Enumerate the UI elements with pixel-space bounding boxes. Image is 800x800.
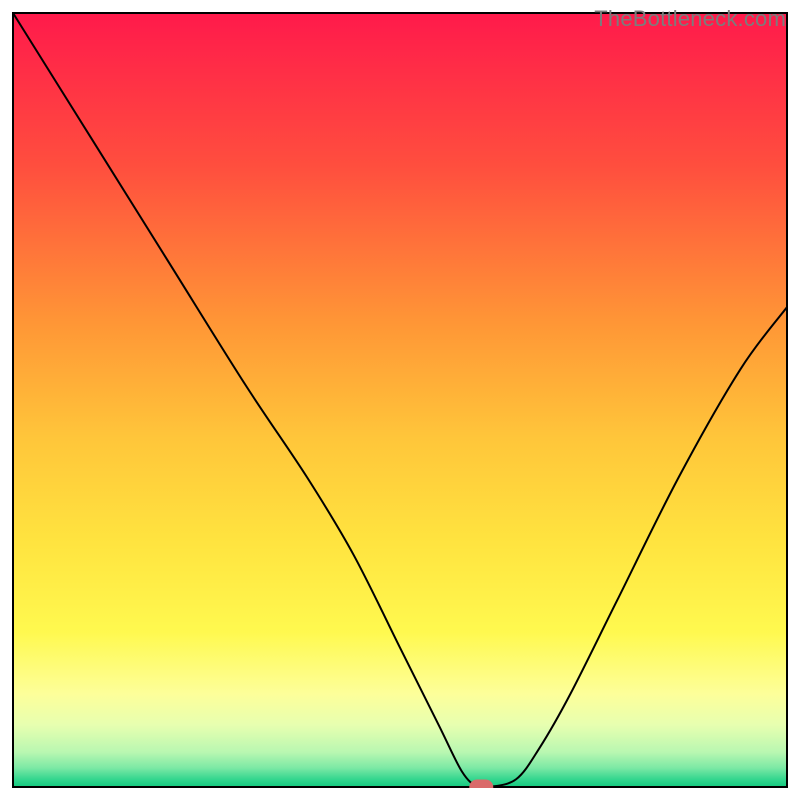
chart-root: TheBottleneck.com bbox=[0, 0, 800, 800]
chart-background bbox=[13, 13, 787, 787]
chart-marker bbox=[469, 780, 493, 789]
watermark-text: TheBottleneck.com bbox=[594, 6, 786, 32]
chart-frame bbox=[12, 12, 788, 788]
chart-svg bbox=[12, 12, 788, 788]
